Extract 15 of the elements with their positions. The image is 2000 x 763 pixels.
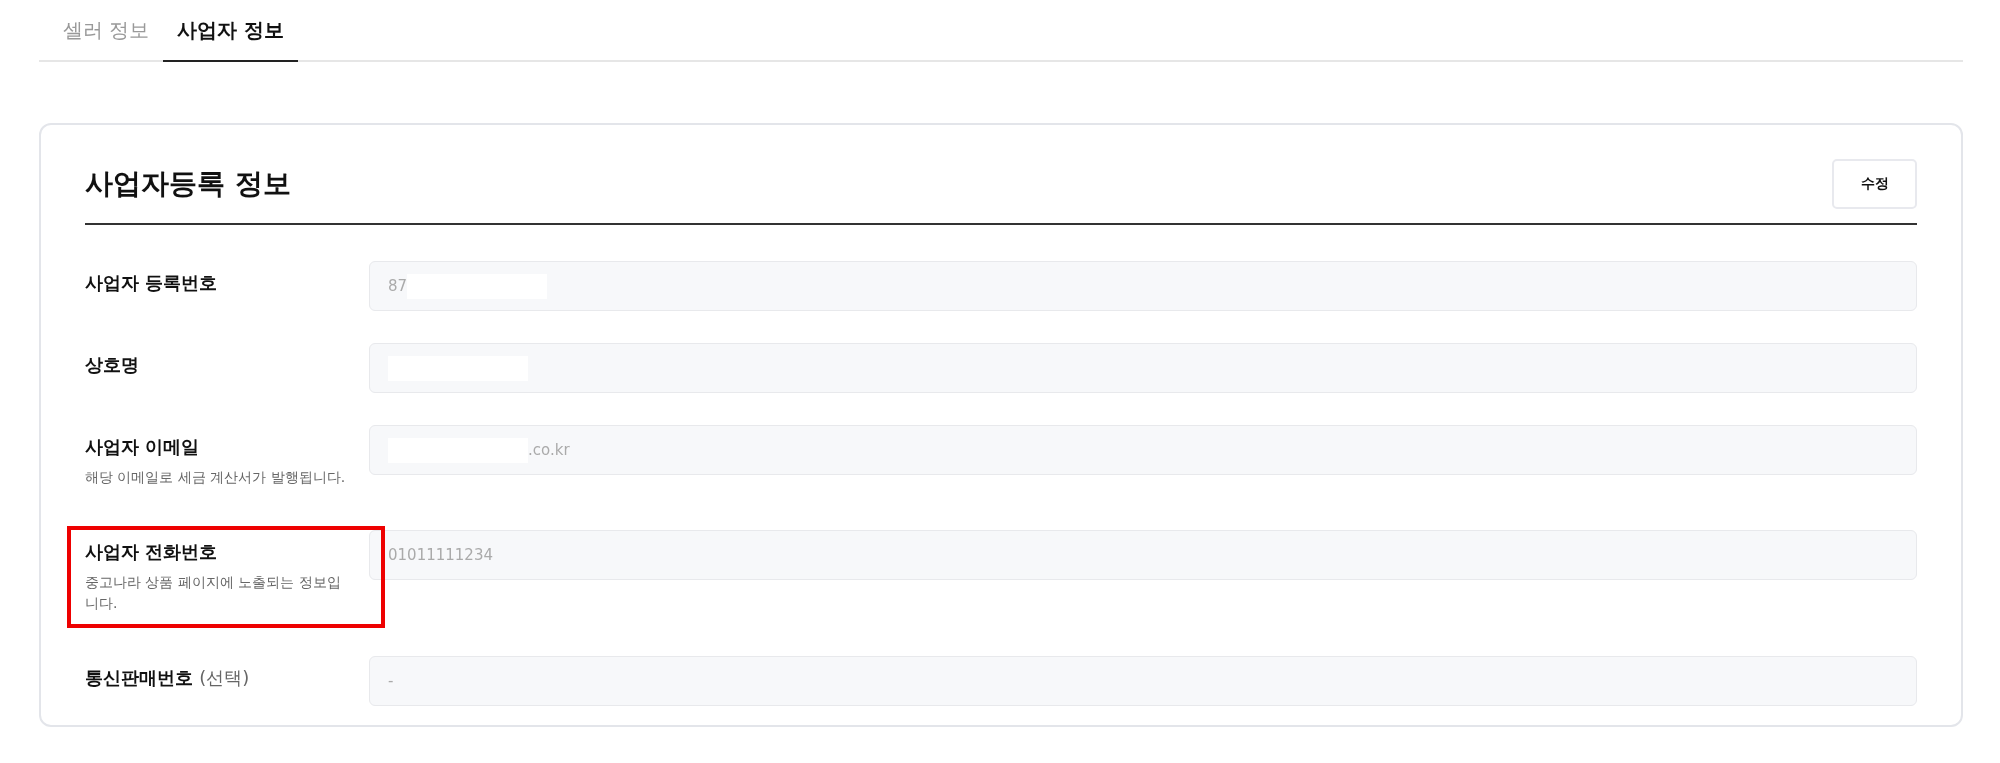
input-field[interactable]: 87 [369,261,1917,311]
field-label: 통신판매번호 (선택) [85,666,251,690]
input-field[interactable]: .co.kr [369,425,1917,475]
tab[interactable]: 셀러 정보 [49,0,164,62]
field-description: 해당 이메일로 세금 계산서가 발행됩니다. [85,468,347,487]
field-label: 사업자 이메일 [85,435,201,459]
tab[interactable]: 사업자 정보 [163,0,299,62]
input-field[interactable]: - [369,656,1917,706]
field-label: 사업자 전화번호 [85,540,219,564]
field-label: 상호명 [85,353,140,377]
section-title: 사업자등록 정보 [85,166,291,202]
edit-button[interactable]: 수정 [1832,159,1917,209]
field-description: 중고나라 상품 페이지에 노출되는 정보입니다. [85,573,342,613]
input-field[interactable]: 01011111234 [369,530,1917,580]
field-label: 사업자 등록번호 [85,271,219,295]
